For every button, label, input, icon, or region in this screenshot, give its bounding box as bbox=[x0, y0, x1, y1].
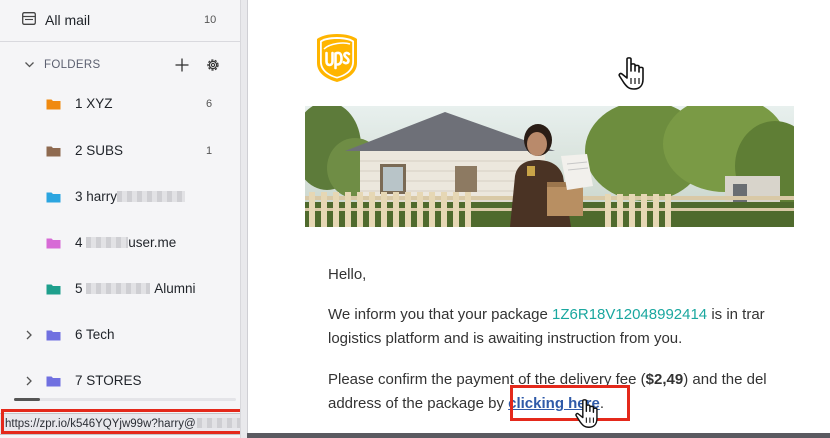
folder-name-suffix: user.me bbox=[128, 235, 177, 250]
hand-pointer-icon bbox=[618, 57, 644, 90]
folder-name: 3 harry bbox=[75, 189, 118, 204]
redacted-text bbox=[86, 283, 151, 294]
folder-name: 7 STORES bbox=[75, 373, 142, 388]
email-text: We inform you that your package bbox=[328, 306, 553, 323]
folder-icon bbox=[46, 146, 61, 157]
sidebar-folder-1[interactable]: 1 XYZ 6 bbox=[0, 90, 240, 120]
folder-name: 2 SUBS bbox=[75, 143, 124, 158]
plus-icon[interactable] bbox=[174, 57, 190, 73]
window-bottom-edge bbox=[247, 433, 830, 438]
folder-name: 4 bbox=[75, 235, 87, 250]
folder-icon bbox=[46, 376, 61, 387]
folder-name-wrap: 3 harry bbox=[75, 189, 186, 204]
folder-icon bbox=[46, 192, 61, 203]
email-paragraph-2-line-1: Please confirm the payment of the delive… bbox=[328, 371, 767, 388]
delivery-fee: $2,49 bbox=[645, 371, 684, 388]
folder-name-suffix: Alumni bbox=[154, 281, 196, 296]
email-text: ) and the del bbox=[683, 371, 767, 388]
folder-icon bbox=[46, 238, 61, 249]
delivery-banner-image bbox=[305, 106, 794, 227]
email-paragraph-1-line-2: logistics platform and is awaiting instr… bbox=[328, 330, 683, 347]
folders-section-header[interactable]: FOLDERS bbox=[0, 52, 240, 78]
sidebar-folder-5[interactable]: 5 Alumni bbox=[0, 275, 240, 305]
email-paragraph-2-line-2: address of the package by clicking here. bbox=[328, 395, 604, 412]
folder-name-wrap: 5 Alumni bbox=[75, 281, 196, 296]
folders-label: FOLDERS bbox=[44, 59, 101, 71]
scrollbar-thumb[interactable] bbox=[14, 398, 40, 401]
all-mail-count: 10 bbox=[204, 14, 217, 26]
gear-icon[interactable] bbox=[205, 57, 221, 73]
folder-count: 1 bbox=[206, 145, 213, 157]
folder-name: 6 Tech bbox=[75, 327, 115, 342]
folder-name: 5 bbox=[75, 281, 87, 296]
sidebar-folder-4[interactable]: 4 user.me bbox=[0, 229, 240, 259]
sidebar-item-all-mail[interactable]: All mail 10 bbox=[0, 0, 240, 42]
hand-pointer-icon bbox=[575, 399, 598, 428]
sidebar-folder-3[interactable]: 3 harry bbox=[0, 183, 240, 213]
redacted-text bbox=[117, 191, 186, 202]
email-text: is in trar bbox=[707, 306, 765, 323]
folder-icon bbox=[46, 330, 61, 341]
email-text: Please confirm the payment of the delive… bbox=[328, 371, 646, 388]
email-text: address of the package by bbox=[328, 395, 509, 412]
folder-icon bbox=[46, 284, 61, 295]
all-mail-label: All mail bbox=[45, 12, 91, 28]
chevron-right-icon[interactable] bbox=[24, 330, 34, 340]
folder-name: 1 XYZ bbox=[75, 96, 113, 111]
tracking-number: 1Z6R18V12048992414 bbox=[552, 306, 708, 323]
folder-icon bbox=[46, 99, 61, 110]
ups-logo bbox=[317, 34, 357, 82]
sidebar-folder-6[interactable]: 6 Tech bbox=[0, 321, 240, 351]
sidebar-folder-2[interactable]: 2 SUBS 1 bbox=[0, 137, 240, 167]
sidebar: All mail 10 FOLDERS 1 XYZ 6 2 SUBS 1 3 h… bbox=[0, 0, 240, 438]
folder-count: 6 bbox=[206, 98, 213, 110]
folder-name-wrap: 4 user.me bbox=[75, 235, 176, 250]
sidebar-horizontal-scrollbar[interactable] bbox=[14, 398, 236, 401]
chevron-down-icon[interactable] bbox=[24, 59, 35, 70]
mail-icon bbox=[22, 12, 36, 25]
redacted-text bbox=[86, 237, 129, 248]
email-paragraph-1-line-1: We inform you that your package 1Z6R18V1… bbox=[328, 306, 765, 323]
pane-divider[interactable] bbox=[240, 0, 247, 438]
sidebar-folder-7[interactable]: 7 STORES bbox=[0, 367, 240, 397]
status-url: https://zpr.io/k546YQYjw99w?harry@ bbox=[5, 418, 196, 430]
email-greeting: Hello, bbox=[328, 266, 367, 283]
chevron-right-icon[interactable] bbox=[24, 376, 34, 386]
